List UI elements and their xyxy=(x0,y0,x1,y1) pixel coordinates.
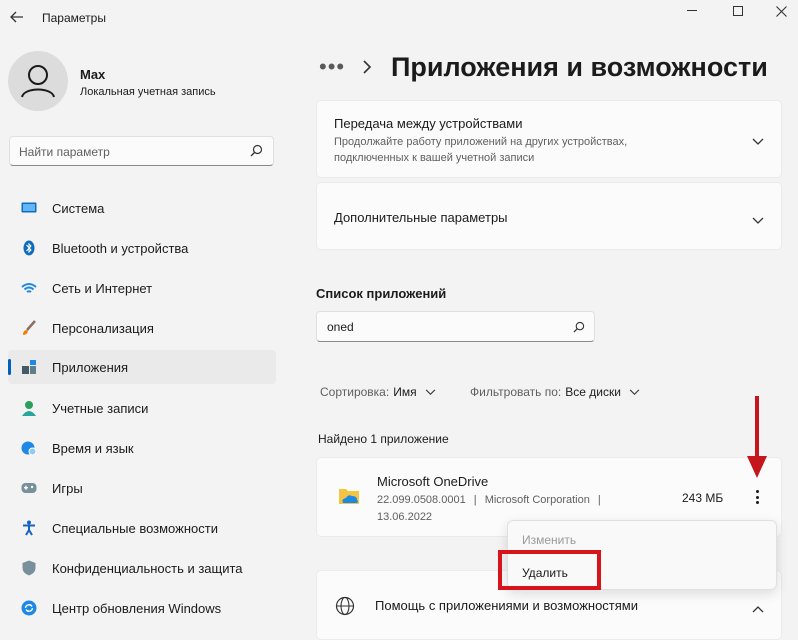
app-size: 243 МБ xyxy=(682,491,724,505)
sidebar-item-windows-update[interactable]: Центр обновления Windows xyxy=(8,591,276,625)
sidebar-item-personalization[interactable]: Персонализация xyxy=(8,311,276,345)
sidebar-item-label: Сеть и Интернет xyxy=(52,280,153,296)
sidebar-item-label: Время и язык xyxy=(52,440,134,456)
app-install-date: 13.06.2022 xyxy=(377,511,433,523)
search-icon xyxy=(573,320,585,338)
chevron-down-icon xyxy=(425,385,436,399)
apps-icon xyxy=(21,359,37,375)
update-icon xyxy=(21,600,37,616)
globe-icon xyxy=(335,596,355,621)
selection-indicator xyxy=(8,359,11,375)
accessibility-icon xyxy=(21,520,37,536)
shield-icon xyxy=(21,560,37,576)
page-title: Приложения и возможности xyxy=(391,52,768,82)
user-icon xyxy=(21,65,55,98)
brush-icon xyxy=(21,320,37,336)
more-icon-dot xyxy=(755,501,759,504)
chevron-up-icon[interactable] xyxy=(752,600,764,616)
user-name: Max xyxy=(80,67,106,82)
system-icon xyxy=(21,200,37,216)
card-description-line2: подключенных к вашей учетной записи xyxy=(334,152,535,164)
chevron-down-icon[interactable] xyxy=(752,133,764,149)
card-description-line1: Продолжайте работу приложений на других … xyxy=(334,136,628,148)
avatar[interactable] xyxy=(8,51,68,111)
app-version: 22.099.0508.0001 xyxy=(377,494,466,506)
separator: | xyxy=(597,494,601,506)
chevron-down-icon xyxy=(629,385,640,399)
search-placeholder: Найти параметр xyxy=(19,145,110,159)
close-icon xyxy=(775,5,787,17)
card-title: Передача между устройствами xyxy=(334,116,523,131)
sidebar-item-label: Специальные возможности xyxy=(52,520,218,536)
sidebar-item-accounts[interactable]: Учетные записи xyxy=(8,391,276,425)
more-icon-dot xyxy=(755,490,759,493)
annotation-arrow-shaft xyxy=(755,396,759,458)
close-button[interactable] xyxy=(758,2,798,20)
sort-dropdown[interactable]: Сортировка: Имя xyxy=(320,385,436,399)
results-count: Найдено 1 приложение xyxy=(318,432,449,446)
gamepad-icon xyxy=(21,480,37,496)
minimize-icon xyxy=(687,10,697,11)
bluetooth-icon xyxy=(21,240,37,256)
maximize-icon xyxy=(733,6,743,16)
breadcrumb-overflow-button[interactable]: ••• xyxy=(319,54,345,80)
filter-dropdown[interactable]: Фильтровать по: Все диски xyxy=(470,385,640,399)
sort-value: Имя xyxy=(393,385,417,399)
annotation-highlight-box xyxy=(498,550,601,590)
account-type: Локальная учетная запись xyxy=(80,86,216,98)
back-button[interactable] xyxy=(6,6,28,28)
card-title: Дополнительные параметры xyxy=(334,210,508,225)
sidebar-item-time-language[interactable]: Время и язык xyxy=(8,431,276,465)
more-options-button[interactable] xyxy=(750,486,764,508)
wifi-icon xyxy=(21,280,37,296)
modify-menu-item: Изменить xyxy=(522,533,577,547)
app-search-value: oned xyxy=(327,320,354,334)
settings-search-input[interactable]: Найти параметр xyxy=(9,136,274,166)
card-title: Помощь с приложениями и возможностями xyxy=(375,598,638,613)
sidebar-item-apps[interactable]: Приложения xyxy=(8,350,276,384)
sidebar-item-label: Система xyxy=(52,200,105,216)
sidebar-item-accessibility[interactable]: Специальные возможности xyxy=(8,511,276,545)
maximize-button[interactable] xyxy=(715,2,761,20)
annotation-arrow-head xyxy=(747,456,767,478)
window-title: Параметры xyxy=(42,11,106,25)
sidebar-item-label: Bluetooth и устройства xyxy=(52,240,189,256)
advanced-options-card[interactable]: Дополнительные параметры xyxy=(316,182,782,250)
app-publisher: Microsoft Corporation xyxy=(484,494,590,506)
filter-label: Фильтровать по: xyxy=(470,385,562,399)
filter-value: Все диски xyxy=(565,385,621,399)
sidebar-item-bluetooth[interactable]: Bluetooth и устройства xyxy=(8,231,276,265)
sidebar-item-label: Приложения xyxy=(52,359,129,375)
app-search-input[interactable]: oned xyxy=(316,311,595,342)
onedrive-icon xyxy=(338,486,360,511)
globe-clock-icon xyxy=(21,440,37,456)
app-name: Microsoft OneDrive xyxy=(377,474,489,489)
sort-label: Сортировка: xyxy=(320,385,390,399)
chevron-down-icon[interactable] xyxy=(752,212,764,228)
minimize-button[interactable] xyxy=(669,2,715,20)
sidebar-item-privacy[interactable]: Конфиденциальность и защита xyxy=(8,551,276,585)
search-icon xyxy=(250,144,263,162)
breadcrumb-chevron-icon xyxy=(362,58,372,79)
sidebar-item-gaming[interactable]: Игры xyxy=(8,471,276,505)
sidebar-item-label: Конфиденциальность и защита xyxy=(52,560,243,576)
back-arrow-icon xyxy=(10,11,23,23)
share-across-devices-card[interactable]: Передача между устройствами Продолжайте … xyxy=(316,100,782,178)
accounts-icon xyxy=(21,400,37,416)
sidebar-item-network[interactable]: Сеть и Интернет xyxy=(8,271,276,305)
app-list-title: Список приложений xyxy=(316,286,447,301)
sidebar-item-label: Персонализация xyxy=(52,320,154,336)
sidebar-item-system[interactable]: Система xyxy=(8,191,276,225)
more-icon-dot xyxy=(755,495,759,499)
separator: | xyxy=(473,494,477,506)
sidebar-item-label: Игры xyxy=(52,480,83,496)
sidebar-item-label: Учетные записи xyxy=(52,400,149,416)
sidebar-item-label: Центр обновления Windows xyxy=(52,600,222,616)
